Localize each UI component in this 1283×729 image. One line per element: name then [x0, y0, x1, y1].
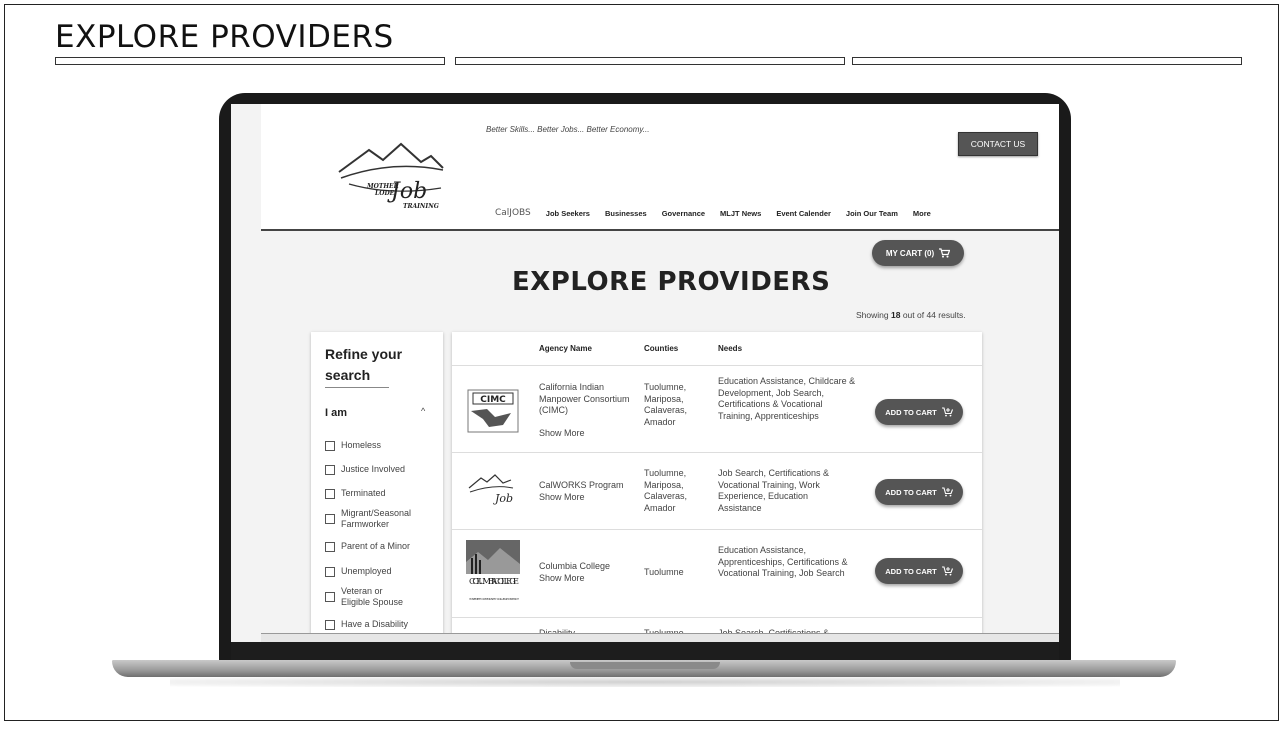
- browser-bottom-edge: [261, 633, 1059, 642]
- row-divider: [452, 365, 982, 366]
- slide-title: EXPLORE PROVIDERS: [55, 19, 394, 55]
- results-number: 18: [890, 310, 901, 320]
- filter-option-parent-of-minor[interactable]: Parent of a Minor: [325, 541, 410, 552]
- add-to-cart-button[interactable]: ADD TO CART: [875, 479, 963, 505]
- checkbox[interactable]: [325, 620, 335, 630]
- logo-word-training: TRAINING: [403, 203, 439, 210]
- cimc-logo-text: CIMC: [480, 395, 506, 405]
- show-more-link[interactable]: Show More: [539, 573, 585, 585]
- site-header: Better Skills... Better Jobs... Better E…: [261, 104, 1059, 231]
- title-decor-bar: [455, 57, 845, 65]
- counties: Tuolumne, Mariposa, Calaveras, Amador: [644, 382, 688, 427]
- cart-icon: [939, 248, 951, 258]
- option-label: Terminated: [341, 488, 386, 498]
- needs: Education Assistance, Apprenticeships, C…: [718, 545, 848, 578]
- results-suffix: out of 44 results.: [902, 310, 966, 320]
- cart-add-icon: [941, 407, 953, 417]
- filter-group-label[interactable]: I am: [325, 407, 347, 419]
- option-label: Justice Involved: [341, 464, 406, 474]
- logo-word-job: Job: [387, 179, 427, 204]
- checkbox[interactable]: [325, 465, 335, 475]
- results-prefix: Showing: [856, 310, 889, 320]
- page-heading: EXPLORE PROVIDERS: [512, 267, 831, 297]
- add-to-cart-label: ADD TO CART: [885, 487, 937, 497]
- needs: Education Assistance, Childcare & Develo…: [718, 376, 856, 421]
- nav-more[interactable]: More: [913, 209, 931, 218]
- filter-option-migrant-seasonal[interactable]: Migrant/Seasonal Farmworker: [325, 508, 415, 530]
- cart-label: MY CART (0): [885, 248, 935, 258]
- option-label: Homeless: [341, 440, 382, 450]
- counties: Tuolumne, Mariposa, Calaveras, Amador: [644, 468, 688, 513]
- main-nav: CalJOBS Job Seekers Businesses Governanc…: [495, 208, 931, 218]
- add-to-cart-button[interactable]: ADD TO CART: [875, 558, 963, 584]
- filter-panel: Refine your search I am ^ Homeless Justi…: [311, 332, 443, 642]
- nav-mljt-news[interactable]: MLJT News: [720, 209, 761, 218]
- columbia-logo-subtext: YOSEMITE COMMUNITY COLLEGE DISTRICT: [469, 597, 519, 601]
- laptop-chin: [231, 642, 1059, 660]
- svg-text:Job: Job: [493, 492, 513, 505]
- filter-option-homeless[interactable]: Homeless: [325, 440, 381, 451]
- agency-name: Columbia College: [539, 561, 611, 571]
- nav-event-calender[interactable]: Event Calender: [776, 209, 831, 218]
- columbia-logo-text: COLUMBIA COLLEGE: [469, 577, 519, 587]
- show-more-link[interactable]: Show More: [539, 492, 585, 504]
- agency-name: California Indian Manpower Consortium (C…: [539, 382, 630, 415]
- column-header-counties: Counties: [644, 344, 679, 353]
- my-cart-button[interactable]: MY CART (0): [872, 240, 964, 266]
- filter-option-disability[interactable]: Have a Disability: [325, 619, 408, 630]
- nav-businesses[interactable]: Businesses: [605, 209, 647, 218]
- title-decor-bar: [852, 57, 1242, 65]
- show-more-link[interactable]: Show More: [539, 428, 585, 440]
- title-decor-bar: [55, 57, 445, 65]
- checkbox[interactable]: [325, 592, 335, 602]
- site-tagline: Better Skills... Better Jobs... Better E…: [486, 125, 650, 134]
- add-to-cart-button[interactable]: ADD TO CART: [875, 399, 963, 425]
- column-header-agency: Agency Name: [539, 344, 592, 353]
- nav-caljobs[interactable]: CalJOBS: [495, 208, 531, 218]
- checkbox[interactable]: [325, 514, 335, 524]
- row-divider: [452, 452, 982, 453]
- add-to-cart-label: ADD TO CART: [885, 407, 937, 417]
- cart-add-icon: [941, 566, 953, 576]
- option-label: Veteran or Eligible Spouse: [341, 586, 404, 607]
- column-header-needs: Needs: [718, 344, 743, 353]
- row-divider: [452, 617, 982, 618]
- nav-join-our-team[interactable]: Join Our Team: [846, 209, 898, 218]
- add-to-cart-label: ADD TO CART: [885, 566, 937, 576]
- needs: Job Search, Certifications & Vocational …: [718, 468, 830, 513]
- contact-us-button[interactable]: CONTACT US: [958, 132, 1038, 156]
- checkbox[interactable]: [325, 441, 335, 451]
- mother-lode-row-logo: Job: [467, 472, 519, 508]
- filter-divider: [325, 387, 389, 388]
- checkbox[interactable]: [325, 489, 335, 499]
- laptop-notch: [570, 662, 720, 669]
- laptop-screen: Better Skills... Better Jobs... Better E…: [231, 104, 1059, 642]
- nav-governance[interactable]: Governance: [662, 209, 705, 218]
- option-label: Parent of a Minor: [341, 541, 411, 551]
- cimc-logo: CIMC: [467, 389, 519, 433]
- mother-lode-logo[interactable]: MOTHER LODE Job TRAINING: [331, 136, 481, 211]
- nav-job-seekers[interactable]: Job Seekers: [546, 209, 590, 218]
- laptop-shadow: [170, 677, 1120, 687]
- filter-title: Refine your search: [325, 346, 403, 383]
- results-count: Showing 18 out of 44 results.: [856, 310, 966, 320]
- filter-option-justice-involved[interactable]: Justice Involved: [325, 464, 405, 475]
- chevron-up-icon[interactable]: ^: [421, 406, 425, 416]
- counties: Tuolumne: [644, 567, 684, 577]
- providers-table: Agency Name Counties Needs CIMC Californ…: [452, 332, 982, 642]
- columbia-college-logo: COLUMBIA COLLEGE YOSEMITE COMMUNITY COLL…: [464, 540, 522, 606]
- option-label: Unemployed: [341, 566, 392, 576]
- filter-option-unemployed[interactable]: Unemployed: [325, 566, 392, 577]
- agency-name: CalWORKS Program: [539, 480, 624, 490]
- option-label: Migrant/Seasonal Farmworker: [341, 508, 412, 529]
- checkbox[interactable]: [325, 542, 335, 552]
- filter-option-veteran[interactable]: Veteran or Eligible Spouse: [325, 586, 405, 608]
- checkbox[interactable]: [325, 567, 335, 577]
- cart-add-icon: [941, 487, 953, 497]
- row-divider: [452, 529, 982, 530]
- filter-option-terminated[interactable]: Terminated: [325, 488, 386, 499]
- option-label: Have a Disability: [341, 619, 409, 629]
